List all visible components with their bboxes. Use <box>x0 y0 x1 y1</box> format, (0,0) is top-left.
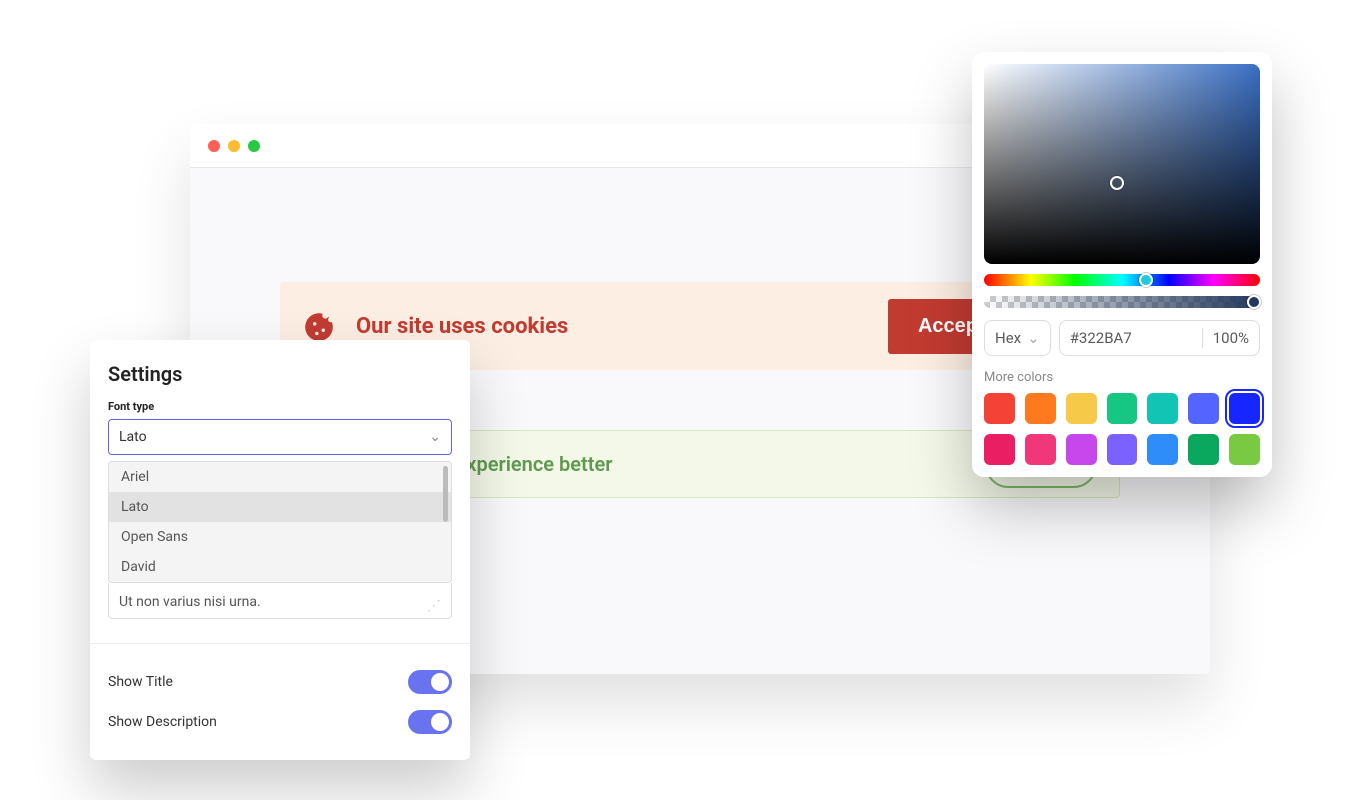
chevron-down-icon: ⌄ <box>1027 329 1040 347</box>
font-option[interactable]: David <box>109 552 451 582</box>
font-option[interactable]: Ariel <box>109 462 451 492</box>
preview-textarea[interactable]: Ut non varius nisi urna. ⋰ <box>108 583 452 619</box>
swatch-grid <box>984 393 1260 465</box>
window-minimize-icon[interactable] <box>228 140 240 152</box>
resize-handle-icon[interactable]: ⋰ <box>427 602 441 610</box>
color-swatch[interactable] <box>1107 434 1138 465</box>
color-swatch[interactable] <box>1066 434 1097 465</box>
color-swatch[interactable] <box>984 393 1015 424</box>
color-swatch[interactable] <box>1188 434 1219 465</box>
color-format-value: Hex <box>995 329 1021 347</box>
color-swatch[interactable] <box>1025 434 1056 465</box>
color-swatch[interactable] <box>984 434 1015 465</box>
show-title-label: Show Title <box>108 674 173 690</box>
dropdown-scrollbar[interactable] <box>443 466 448 522</box>
preview-text: Ut non varius nisi urna. <box>119 594 261 610</box>
hue-thumb[interactable] <box>1139 273 1153 287</box>
opacity-value: 100% <box>1213 329 1249 347</box>
chevron-down-icon: ⌄ <box>429 429 441 445</box>
divider <box>90 643 470 644</box>
font-type-value: Lato <box>119 429 147 445</box>
hue-slider[interactable] <box>984 274 1260 286</box>
more-colors-label: More colors <box>984 370 1260 385</box>
font-type-select[interactable]: Lato ⌄ <box>108 419 452 455</box>
show-description-label: Show Description <box>108 714 217 730</box>
color-format-select[interactable]: Hex ⌄ <box>984 320 1051 356</box>
show-description-toggle[interactable] <box>408 710 452 734</box>
saturation-value-field[interactable] <box>984 64 1260 264</box>
font-option[interactable]: Lato <box>109 492 451 522</box>
color-swatch[interactable] <box>1107 393 1138 424</box>
font-type-label: Font type <box>108 400 452 413</box>
color-swatch[interactable] <box>1229 434 1260 465</box>
font-type-dropdown: Ariel Lato Open Sans David <box>108 461 452 583</box>
separator <box>1202 328 1203 348</box>
color-swatch[interactable] <box>1025 393 1056 424</box>
settings-panel: Settings Font type Lato ⌄ Ariel Lato Ope… <box>90 340 470 760</box>
color-swatch[interactable] <box>1188 393 1219 424</box>
alpha-thumb[interactable] <box>1247 295 1261 309</box>
color-swatch[interactable] <box>1229 393 1260 424</box>
settings-title: Settings <box>108 362 452 386</box>
hex-value: #322BA7 <box>1070 329 1192 347</box>
color-swatch[interactable] <box>1147 434 1178 465</box>
window-close-icon[interactable] <box>208 140 220 152</box>
alpha-slider[interactable] <box>984 296 1260 308</box>
color-value-input[interactable]: #322BA7 100% <box>1059 320 1260 356</box>
color-swatch[interactable] <box>1066 393 1097 424</box>
color-swatch[interactable] <box>1147 393 1178 424</box>
font-option[interactable]: Open Sans <box>109 522 451 552</box>
saturation-value-cursor[interactable] <box>1110 176 1124 190</box>
cookie-icon <box>302 309 336 343</box>
window-maximize-icon[interactable] <box>248 140 260 152</box>
show-title-toggle[interactable] <box>408 670 452 694</box>
color-picker-panel: Hex ⌄ #322BA7 100% More colors <box>972 52 1272 477</box>
cookie-banner-title: Our site uses cookies <box>356 314 568 339</box>
